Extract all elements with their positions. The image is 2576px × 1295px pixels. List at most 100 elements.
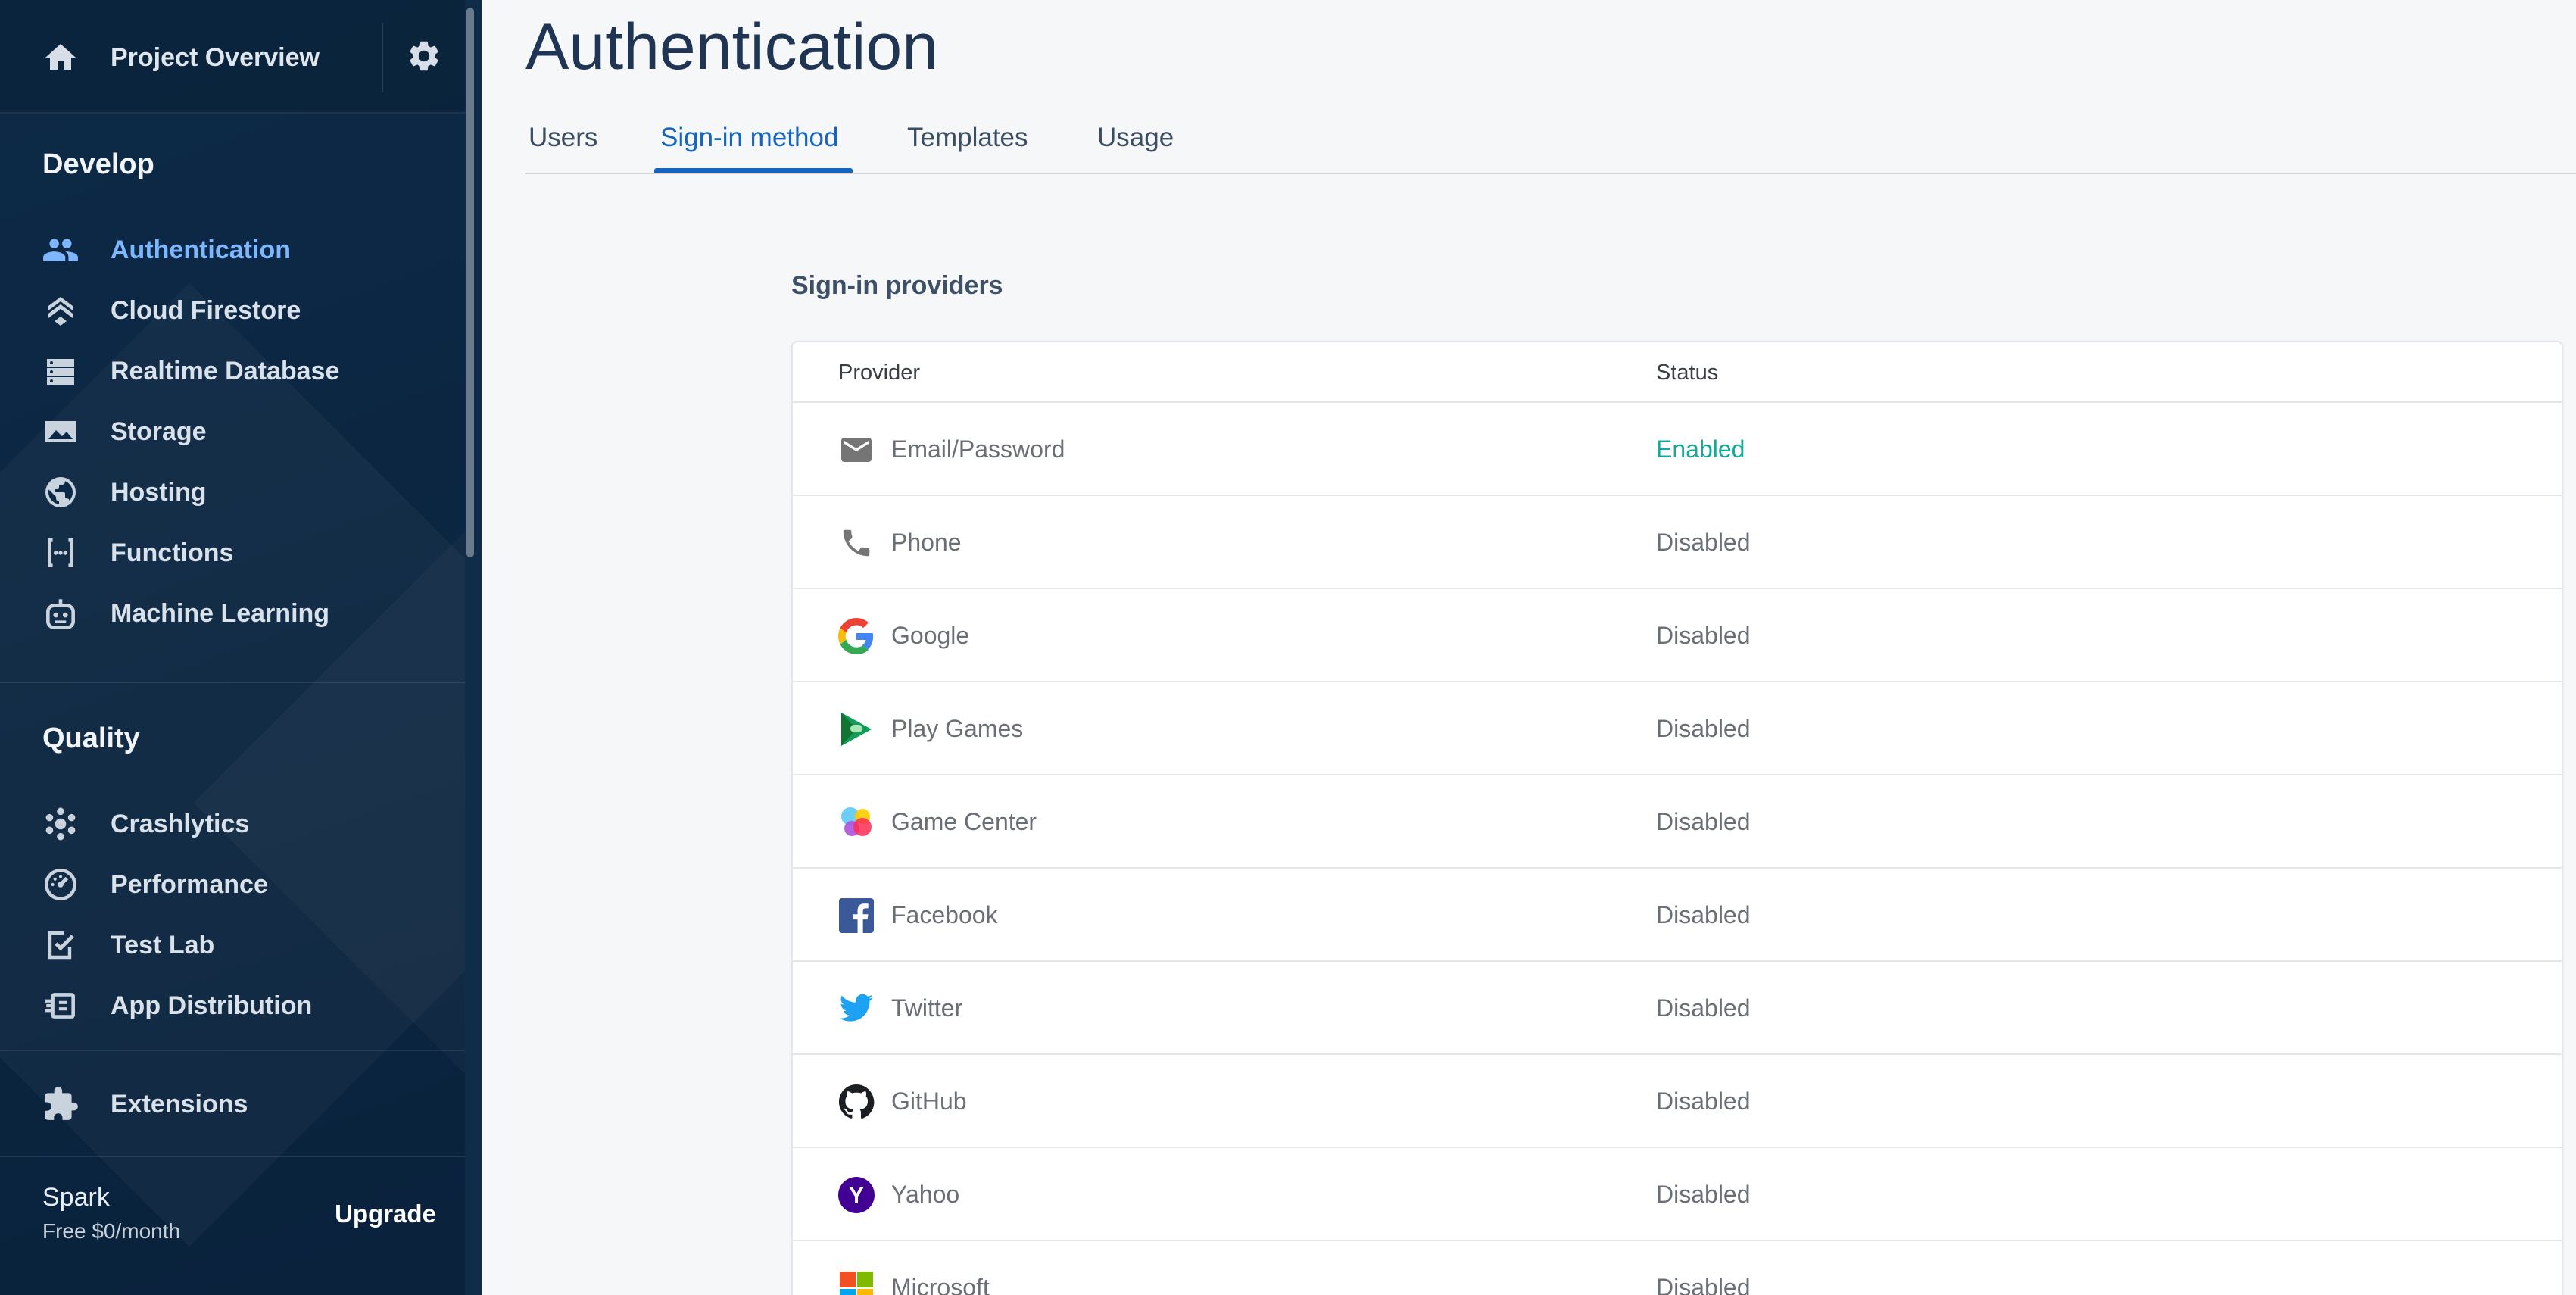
section-title-quality: Quality (42, 722, 140, 754)
sidebar-item-machine-learning[interactable]: Machine Learning (0, 587, 465, 640)
table-row[interactable]: Play Games Disabled (793, 682, 2562, 775)
sidebar-item-label: Functions (111, 538, 234, 567)
divider (0, 682, 465, 683)
sidebar-item-label: Performance (111, 870, 268, 899)
project-header: Project Overview (0, 0, 465, 114)
provider-name: Play Games (891, 715, 1024, 742)
phone-icon (838, 525, 875, 561)
active-tab-indicator (654, 168, 853, 173)
sidebar-item-hosting[interactable]: Hosting (0, 466, 465, 519)
sidebar-item-label: Hosting (111, 478, 207, 507)
sidebar-item-realtime-database[interactable]: Realtime Database (0, 345, 465, 398)
provider-status: Disabled (1656, 1087, 1751, 1115)
provider-status: Disabled (1656, 715, 1751, 742)
sidebar-item-label: Machine Learning (111, 599, 330, 628)
divider (0, 1156, 465, 1157)
google-icon (838, 618, 875, 654)
provider-status: Enabled (1656, 435, 1745, 463)
provider-name: GitHub (891, 1087, 967, 1115)
table-header: Provider Status (793, 342, 2562, 403)
column-header-provider: Provider (838, 360, 920, 385)
project-overview-link[interactable]: Project Overview (111, 41, 320, 74)
table-row[interactable]: Microsoft Disabled (793, 1241, 2562, 1295)
provider-name: Email/Password (891, 435, 1065, 463)
email-icon (838, 432, 875, 468)
facebook-icon (838, 897, 875, 934)
microsoft-icon (838, 1270, 875, 1295)
sidebar-item-label: Realtime Database (111, 357, 340, 385)
sidebar-item-label: Test Lab (111, 931, 215, 960)
provider-name: Yahoo (891, 1181, 960, 1208)
divider (0, 1050, 465, 1051)
sidebar-item-label: App Distribution (111, 991, 313, 1020)
provider-status: Disabled (1656, 808, 1751, 835)
divider (382, 23, 383, 92)
play-games-icon (838, 711, 875, 747)
sidebar-item-test-lab[interactable]: Test Lab (0, 919, 465, 972)
column-header-status: Status (1656, 360, 1719, 385)
sidebar-item-authentication[interactable]: Authentication (0, 223, 465, 276)
sidebar-item-performance[interactable]: Performance (0, 858, 465, 911)
home-icon[interactable] (41, 39, 80, 76)
gauge-icon (41, 865, 80, 904)
sidebar-item-label: Authentication (111, 236, 291, 264)
globe-icon (41, 473, 80, 512)
tab-usage[interactable]: Usage (1097, 106, 1174, 174)
gear-icon[interactable] (406, 38, 442, 74)
robot-icon (41, 594, 80, 633)
crashlytics-icon (41, 804, 80, 844)
tab-sign-in-method[interactable]: Sign-in method (660, 106, 838, 174)
sidebar-scrollbar[interactable] (466, 8, 474, 557)
provider-status: Disabled (1656, 1274, 1751, 1295)
table-row[interactable]: Phone Disabled (793, 496, 2562, 589)
sidebar: Project Overview Develop Authentication … (0, 0, 482, 1295)
provider-status: Disabled (1656, 622, 1751, 649)
sidebar-item-app-distribution[interactable]: App Distribution (0, 979, 465, 1032)
sidebar-item-functions[interactable]: Functions (0, 526, 465, 579)
github-icon (838, 1084, 875, 1120)
provider-name: Game Center (891, 808, 1037, 835)
section-title-sign-in-providers: Sign-in providers (791, 271, 1003, 300)
provider-name: Phone (891, 529, 962, 556)
provider-status: Disabled (1656, 1181, 1751, 1208)
game-center-icon (838, 804, 875, 841)
app-distribution-icon (41, 986, 80, 1025)
sidebar-item-cloud-firestore[interactable]: Cloud Firestore (0, 284, 465, 337)
table-row[interactable]: Game Center Disabled (793, 775, 2562, 869)
sidebar-item-label: Crashlytics (111, 810, 250, 838)
sidebar-item-storage[interactable]: Storage (0, 405, 465, 458)
database-icon (41, 351, 80, 391)
table-row[interactable]: Twitter Disabled (793, 962, 2562, 1055)
providers-table: Provider Status Email/Password Enabled P… (791, 341, 2563, 1295)
firestore-icon (41, 291, 80, 330)
plan-price: Free $0/month (42, 1219, 181, 1243)
sidebar-item-extensions[interactable]: Extensions (0, 1078, 465, 1131)
upgrade-button[interactable]: Upgrade (318, 1190, 453, 1237)
table-row[interactable]: Google Disabled (793, 589, 2562, 682)
test-lab-icon (41, 925, 80, 965)
sidebar-item-label: Cloud Firestore (111, 296, 301, 325)
provider-name: Twitter (891, 994, 963, 1022)
twitter-icon (838, 991, 875, 1027)
tab-users[interactable]: Users (529, 106, 597, 174)
table-row[interactable]: Email/Password Enabled (793, 403, 2562, 496)
functions-icon (41, 533, 80, 573)
puzzle-icon (41, 1084, 80, 1124)
provider-status: Disabled (1656, 901, 1751, 928)
provider-name: Facebook (891, 901, 998, 928)
table-row[interactable]: GitHub Disabled (793, 1055, 2562, 1148)
provider-name: Microsoft (891, 1274, 990, 1295)
table-row[interactable]: Facebook Disabled (793, 869, 2562, 962)
sidebar-item-crashlytics[interactable]: Crashlytics (0, 797, 465, 850)
provider-status: Disabled (1656, 529, 1751, 556)
sidebar-item-label: Extensions (111, 1090, 248, 1119)
sidebar-item-label: Storage (111, 417, 207, 446)
plan-name: Spark (42, 1183, 110, 1212)
table-row[interactable]: Yahoo Disabled (793, 1148, 2562, 1241)
storage-image-icon (41, 412, 80, 451)
yahoo-icon (838, 1177, 875, 1213)
page-title: Authentication (525, 11, 939, 83)
section-title-develop: Develop (42, 148, 154, 180)
provider-name: Google (891, 622, 970, 649)
tab-templates[interactable]: Templates (907, 106, 1028, 174)
